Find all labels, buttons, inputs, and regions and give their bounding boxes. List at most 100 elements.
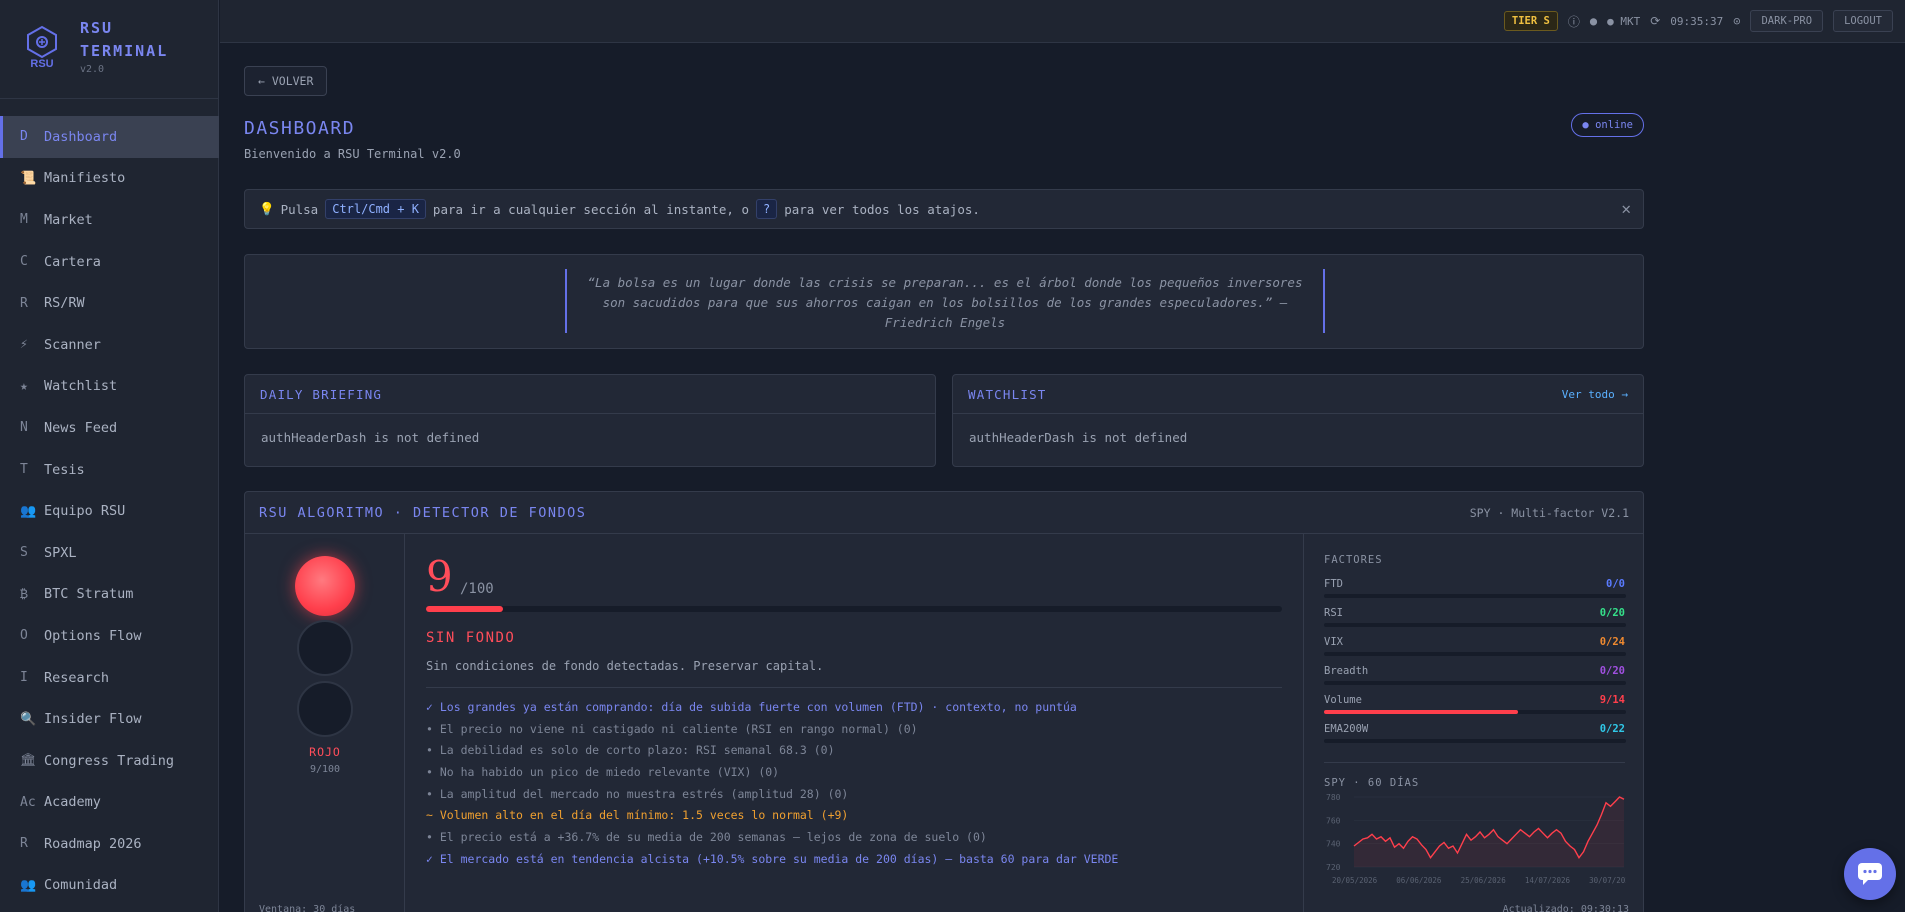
x-tick-label: 14/07/2026 [1525, 876, 1571, 885]
factor-name: EMA200W [1324, 723, 1369, 735]
quote-box: “La bolsa es un lugar donde las crisis s… [244, 254, 1644, 349]
light-label: ROJO [309, 745, 341, 759]
view-all-link[interactable]: Ver todo → [1562, 388, 1628, 401]
sidebar-item-label: Insider Flow [44, 711, 142, 728]
status-description: Sin condiciones de fondo detectadas. Pre… [426, 659, 824, 673]
score-max: /100 [460, 581, 494, 597]
sidebar-item-congress-trading[interactable]: 🏛 Congress Trading [0, 740, 219, 782]
tip-prefix: Pulsa [280, 201, 319, 217]
factor-bar [1324, 594, 1626, 598]
status-label: SIN FONDO [426, 630, 516, 646]
sidebar-item-dashboard[interactable]: D Dashboard [0, 116, 219, 158]
sidebar-item-label: Dashboard [44, 128, 118, 145]
factor-row: EMA200W 0/22 [1324, 723, 1626, 752]
logout-button[interactable]: LOGOUT [1833, 10, 1893, 32]
factor-name: VIX [1324, 636, 1343, 648]
factor-value: 0/24 [1599, 636, 1625, 648]
sidebar-item-label: Tesis [44, 461, 85, 478]
factor-bar [1324, 739, 1626, 743]
rsu-logo[interactable]: RSU [22, 25, 62, 69]
factor-bar [1324, 681, 1626, 685]
topbar: TIER S ⓘ ● ● MKT ⟳ 09:35:37 ⊙ DARK-PRO L… [220, 0, 1905, 43]
brand-name: RSU TERMINAL [80, 17, 168, 63]
algo-header: RSU ALGORITMO · DETECTOR DE FONDOS SPY ·… [245, 492, 1643, 534]
sidebar-item-news-feed[interactable]: N News Feed [0, 407, 219, 449]
sidebar-item-label: Cartera [44, 253, 101, 270]
sidebar-item-label: Roadmap 2026 [44, 835, 142, 852]
sidebar-item-icon: 👥 [20, 877, 37, 893]
kbd-command-k: Ctrl/Cmd + K [325, 199, 426, 219]
sidebar-item-scanner[interactable]: ⚡ Scanner [0, 324, 219, 366]
sidebar-item-icon: T [20, 462, 28, 478]
sidebar-item-cartera[interactable]: C Cartera [0, 241, 219, 283]
tier-badge: TIER S [1503, 11, 1558, 31]
x-tick-label: 30/07/2026 [1589, 876, 1626, 885]
sidebar-item-tesis[interactable]: T Tesis [0, 449, 219, 491]
signal-item: • La amplitud del mercado no muestra est… [426, 786, 849, 801]
x-tick-label: 20/05/2026 [1332, 876, 1378, 885]
x-tick-label: 06/06/2026 [1396, 876, 1442, 885]
score-bar-fill [426, 606, 504, 612]
sidebar-item-label: Comunidad [44, 877, 118, 894]
y-tick-label: 780 [1326, 793, 1341, 802]
y-tick-label: 760 [1326, 816, 1341, 825]
sidebar-item-icon: ★ [20, 378, 28, 394]
sidebar-item-watchlist[interactable]: ★ Watchlist [0, 366, 219, 408]
sidebar-item-label: News Feed [44, 419, 118, 436]
factor-bar-fill [1324, 710, 1519, 714]
divider [1324, 762, 1625, 763]
sidebar-item-options-flow[interactable]: O Options Flow [0, 615, 219, 657]
factor-row: VIX 0/24 [1324, 636, 1626, 665]
factor-row: Breadth 0/20 [1324, 665, 1626, 694]
sidebar-item-comunidad[interactable]: 👥 Comunidad [0, 865, 219, 907]
sidebar-item-icon: R [20, 836, 28, 852]
sidebar-item-icon: O [20, 628, 28, 644]
back-button[interactable]: ← VOLVER [244, 66, 328, 96]
signal-item: • No ha habido un pico de miedo relevant… [426, 765, 780, 780]
sidebar-item-spxl[interactable]: S SPXL [0, 532, 219, 574]
theme-button[interactable]: DARK-PRO [1750, 10, 1824, 32]
sidebar-item-label: SPXL [44, 544, 77, 561]
close-icon[interactable]: ✕ [1621, 199, 1631, 218]
y-tick-label: 720 [1326, 863, 1341, 872]
sidebar-item-label: Manifiesto [44, 170, 126, 187]
daily-briefing-body: authHeaderDash is not defined [261, 430, 480, 445]
sidebar-item-research[interactable]: I Research [0, 657, 219, 699]
sidebar-item-label: Congress Trading [44, 752, 175, 769]
sidebar-item-icon: ₿ [20, 586, 28, 602]
spy-mini-chart: 780 760 740 720 20/05/2026 06/06/2026 25/06/20… [1326, 793, 1626, 885]
chat-button[interactable] [1844, 848, 1896, 900]
sidebar-item-rs-rw[interactable]: R RS/RW [0, 282, 219, 324]
brand-name-line1: RSU [80, 19, 114, 37]
brand-name-line2: TERMINAL [80, 42, 169, 60]
sidebar-item-insider-flow[interactable]: 🔍 Insider Flow [0, 698, 219, 740]
sidebar-item-equipo-rsu[interactable]: 👥 Equipo RSU [0, 490, 219, 532]
sidebar-item-academy[interactable]: Ac Academy [0, 782, 219, 824]
info-icon[interactable]: ⓘ [1568, 13, 1580, 30]
sidebar-item-icon: Ac [20, 794, 36, 810]
factor-row: RSI 0/20 [1324, 607, 1626, 636]
green-light [297, 681, 353, 737]
algo-card: RSU ALGORITMO · DETECTOR DE FONDOS SPY ·… [244, 491, 1644, 912]
sidebar-item-btc-stratum[interactable]: ₿ BTC Stratum [0, 574, 219, 616]
algo-title: RSU ALGORITMO · DETECTOR DE FONDOS [259, 504, 587, 521]
refresh-icon[interactable]: ⟳ [1650, 14, 1660, 28]
chat-icon [1858, 863, 1882, 885]
sidebar-item-market[interactable]: M Market [0, 199, 219, 241]
factor-name: Volume [1324, 694, 1362, 706]
light-score: 9/100 [309, 764, 341, 775]
settings-icon[interactable]: ⊙ [1733, 14, 1740, 28]
sidebar-item-icon: D [20, 129, 28, 145]
sidebar-item-roadmap-2026[interactable]: R Roadmap 2026 [0, 823, 219, 865]
algo-footer-left: Ventana: 30 días [259, 904, 356, 912]
sidebar-item-manifiesto[interactable]: 📜 Manifiesto [0, 158, 219, 200]
signal-item: • La debilidad es solo de corto plazo: R… [426, 743, 835, 758]
factor-list: FTD 0/0 RSI 0/20 VIX 0/24 Breadth 0/20 Volume 9/1… [1324, 578, 1626, 752]
sidebar-item-label: BTC Stratum [44, 586, 134, 603]
clock: 09:35:37 [1670, 14, 1724, 28]
kbd-question: ? [756, 199, 778, 219]
sidebar-item-label: Academy [44, 794, 101, 811]
status-dot-icon: ● [1589, 14, 1598, 28]
shortcut-tip: 💡 Pulsa Ctrl/Cmd + K para ir a cualquier… [244, 189, 1644, 229]
sidebar-item-label: Watchlist [44, 378, 118, 395]
